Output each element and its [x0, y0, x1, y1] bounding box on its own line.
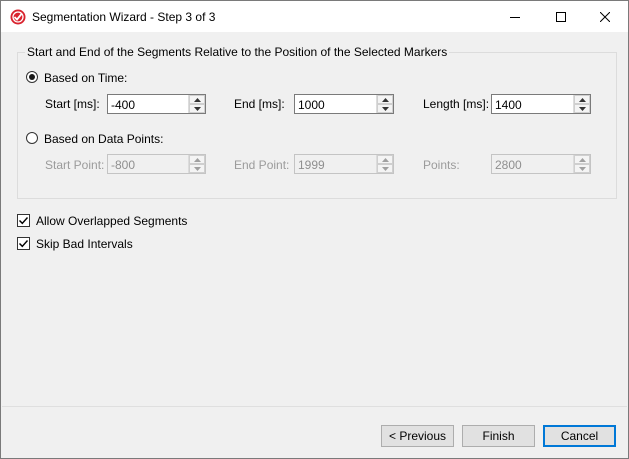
footer-separator [2, 406, 627, 407]
allow-overlapped-checkbox[interactable] [17, 214, 30, 227]
cancel-button[interactable]: Cancel [543, 425, 616, 447]
points-spinbox: 2800 [491, 154, 591, 174]
start-point-label: Start Point: [45, 158, 105, 172]
based-on-time-label[interactable]: Based on Time: [44, 71, 127, 85]
close-button[interactable] [582, 1, 628, 32]
end-point-label: End Point: [234, 158, 290, 172]
length-ms-value[interactable]: 1400 [495, 98, 522, 112]
group-label: Start and End of the Segments Relative t… [25, 45, 450, 59]
previous-button[interactable]: < Previous [381, 425, 454, 447]
finish-button[interactable]: Finish [462, 425, 535, 447]
minimize-icon [510, 16, 520, 18]
start-point-value: -800 [111, 158, 136, 172]
start-point-up [189, 155, 205, 164]
chevron-down-icon [193, 106, 201, 111]
chevron-down-icon [381, 166, 389, 171]
wizard-window: Segmentation Wizard - Step 3 of 3 Start … [0, 0, 629, 459]
maximize-button[interactable] [538, 1, 584, 32]
chevron-up-icon [381, 97, 389, 102]
chevron-up-icon [578, 97, 586, 102]
title-bar[interactable]: Segmentation Wizard - Step 3 of 3 [1, 1, 628, 32]
chevron-down-icon [193, 166, 201, 171]
checkmark-icon [19, 217, 29, 225]
length-ms-label: Length [ms]: [423, 97, 490, 111]
end-point-up [377, 155, 393, 164]
end-ms-up[interactable] [377, 95, 393, 104]
based-on-data-points-radio[interactable] [26, 132, 38, 144]
start-point-spinbox: -800 [107, 154, 206, 174]
end-point-spinbox: 1999 [294, 154, 394, 174]
start-ms-label: Start [ms]: [45, 97, 100, 111]
chevron-down-icon [381, 106, 389, 111]
end-ms-spinbox[interactable]: 1000 [294, 94, 394, 114]
chevron-down-icon [578, 166, 586, 171]
end-ms-value[interactable]: 1000 [298, 98, 325, 112]
length-ms-up[interactable] [574, 95, 590, 104]
close-icon [600, 11, 610, 22]
minimize-button[interactable] [492, 1, 538, 32]
chevron-up-icon [193, 157, 201, 162]
start-ms-up[interactable] [189, 95, 205, 104]
start-point-down [189, 164, 205, 173]
skip-bad-intervals-label[interactable]: Skip Bad Intervals [36, 237, 133, 251]
chevron-up-icon [381, 157, 389, 162]
points-up [574, 155, 590, 164]
length-ms-down[interactable] [574, 104, 590, 113]
length-ms-spinbox[interactable]: 1400 [491, 94, 591, 114]
points-value: 2800 [495, 158, 522, 172]
end-point-down [377, 164, 393, 173]
chevron-down-icon [578, 106, 586, 111]
window-title: Segmentation Wizard - Step 3 of 3 [32, 10, 216, 24]
based-on-data-points-label[interactable]: Based on Data Points: [44, 132, 163, 146]
based-on-time-radio[interactable] [26, 71, 38, 83]
start-ms-spinbox[interactable]: -400 [107, 94, 206, 114]
chevron-up-icon [578, 157, 586, 162]
start-ms-value[interactable]: -400 [111, 98, 135, 112]
allow-overlapped-label[interactable]: Allow Overlapped Segments [36, 214, 187, 228]
checkmark-icon [19, 240, 29, 248]
skip-bad-intervals-checkbox[interactable] [17, 237, 30, 250]
chevron-up-icon [193, 97, 201, 102]
start-ms-down[interactable] [189, 104, 205, 113]
end-ms-label: End [ms]: [234, 97, 285, 111]
points-label: Points: [423, 158, 460, 172]
end-point-value: 1999 [298, 158, 325, 172]
points-down [574, 164, 590, 173]
end-ms-down[interactable] [377, 104, 393, 113]
maximize-icon [556, 11, 566, 22]
app-logo-icon [10, 9, 26, 25]
